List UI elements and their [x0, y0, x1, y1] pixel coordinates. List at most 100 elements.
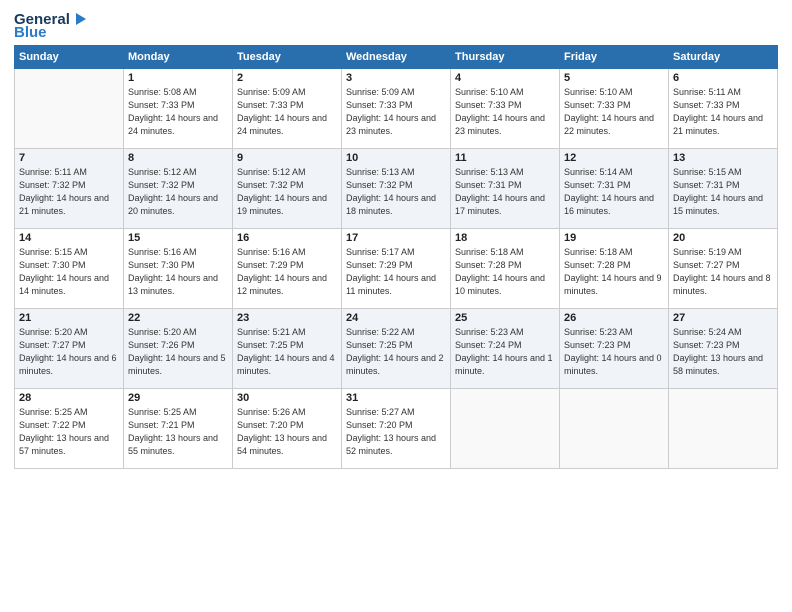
day-number: 13 [673, 152, 773, 164]
weekday-header-saturday: Saturday [669, 46, 778, 69]
day-info: Sunrise: 5:19 AMSunset: 7:27 PMDaylight:… [673, 246, 773, 298]
day-number: 3 [346, 72, 446, 84]
day-info: Sunrise: 5:08 AMSunset: 7:33 PMDaylight:… [128, 86, 228, 138]
day-info: Sunrise: 5:18 AMSunset: 7:28 PMDaylight:… [455, 246, 555, 298]
calendar-cell: 18 Sunrise: 5:18 AMSunset: 7:28 PMDayligh… [451, 229, 560, 309]
day-number: 23 [237, 312, 337, 324]
calendar-cell: 3 Sunrise: 5:09 AMSunset: 7:33 PMDaylight… [342, 69, 451, 149]
calendar-cell: 10Sunrise: 5:13 AMSunset: 7:32 PMDayligh… [342, 149, 451, 229]
day-info: Sunrise: 5:23 AMSunset: 7:23 PMDaylight:… [564, 326, 664, 378]
weekday-header-monday: Monday [124, 46, 233, 69]
day-number: 26 [564, 312, 664, 324]
logo-chevron-icon [72, 10, 90, 28]
day-number: 15 [128, 232, 228, 244]
day-info: Sunrise: 5:11 AMSunset: 7:33 PMDaylight:… [673, 86, 773, 138]
day-info: Sunrise: 5:13 AMSunset: 7:31 PMDaylight:… [455, 166, 555, 218]
day-info: Sunrise: 5:24 AMSunset: 7:23 PMDaylight:… [673, 326, 773, 378]
day-number: 19 [564, 232, 664, 244]
day-info: Sunrise: 5:20 AMSunset: 7:27 PMDaylight:… [19, 326, 119, 378]
day-info: Sunrise: 5:11 AMSunset: 7:32 PMDaylight:… [19, 166, 119, 218]
calendar-cell: 22Sunrise: 5:20 AMSunset: 7:26 PMDayligh… [124, 309, 233, 389]
calendar-cell: 19 Sunrise: 5:18 AMSunset: 7:28 PMDayligh… [560, 229, 669, 309]
calendar-cell: 9 Sunrise: 5:12 AMSunset: 7:32 PMDaylight… [233, 149, 342, 229]
calendar-cell [451, 389, 560, 469]
day-info: Sunrise: 5:15 AMSunset: 7:30 PMDaylight:… [19, 246, 119, 298]
calendar-cell: 26 Sunrise: 5:23 AMSunset: 7:23 PMDayligh… [560, 309, 669, 389]
day-info: Sunrise: 5:16 AMSunset: 7:30 PMDaylight:… [128, 246, 228, 298]
day-number: 28 [19, 392, 119, 404]
day-number: 5 [564, 72, 664, 84]
calendar-cell: 6 Sunrise: 5:11 AMSunset: 7:33 PMDaylight… [669, 69, 778, 149]
day-info: Sunrise: 5:23 AMSunset: 7:24 PMDaylight:… [455, 326, 555, 378]
calendar-cell: 14 Sunrise: 5:15 AMSunset: 7:30 PMDayligh… [15, 229, 124, 309]
day-info: Sunrise: 5:21 AMSunset: 7:25 PMDaylight:… [237, 326, 337, 378]
calendar-cell: 27 Sunrise: 5:24 AMSunset: 7:23 PMDayligh… [669, 309, 778, 389]
day-info: Sunrise: 5:12 AMSunset: 7:32 PMDaylight:… [237, 166, 337, 218]
day-number: 27 [673, 312, 773, 324]
weekday-header-sunday: Sunday [15, 46, 124, 69]
calendar-cell [560, 389, 669, 469]
calendar-table: SundayMondayTuesdayWednesdayThursdayFrid… [14, 45, 778, 469]
day-info: Sunrise: 5:17 AMSunset: 7:29 PMDaylight:… [346, 246, 446, 298]
day-info: Sunrise: 5:26 AMSunset: 7:20 PMDaylight:… [237, 406, 337, 458]
calendar-cell [669, 389, 778, 469]
calendar-cell: 12 Sunrise: 5:14 AMSunset: 7:31 PMDayligh… [560, 149, 669, 229]
weekday-header-tuesday: Tuesday [233, 46, 342, 69]
calendar-cell: 29Sunrise: 5:25 AMSunset: 7:21 PMDayligh… [124, 389, 233, 469]
day-number: 7 [19, 152, 119, 164]
day-info: Sunrise: 5:09 AMSunset: 7:33 PMDaylight:… [346, 86, 446, 138]
day-number: 31 [346, 392, 446, 404]
day-info: Sunrise: 5:16 AMSunset: 7:29 PMDaylight:… [237, 246, 337, 298]
day-number: 4 [455, 72, 555, 84]
day-number: 10 [346, 152, 446, 164]
day-info: Sunrise: 5:10 AMSunset: 7:33 PMDaylight:… [455, 86, 555, 138]
day-number: 24 [346, 312, 446, 324]
calendar-cell: 17 Sunrise: 5:17 AMSunset: 7:29 PMDayligh… [342, 229, 451, 309]
calendar-cell: 21 Sunrise: 5:20 AMSunset: 7:27 PMDayligh… [15, 309, 124, 389]
day-info: Sunrise: 5:10 AMSunset: 7:33 PMDaylight:… [564, 86, 664, 138]
day-info: Sunrise: 5:25 AMSunset: 7:21 PMDaylight:… [128, 406, 228, 458]
calendar-cell: 25 Sunrise: 5:23 AMSunset: 7:24 PMDayligh… [451, 309, 560, 389]
calendar-cell: 23 Sunrise: 5:21 AMSunset: 7:25 PMDayligh… [233, 309, 342, 389]
day-info: Sunrise: 5:20 AMSunset: 7:26 PMDaylight:… [128, 326, 228, 378]
calendar-container: General Blue SundayMondayTuesdayWednesda… [0, 0, 792, 477]
header: General Blue [14, 10, 778, 41]
day-info: Sunrise: 5:14 AMSunset: 7:31 PMDaylight:… [564, 166, 664, 218]
week-row-1: 1Sunrise: 5:08 AMSunset: 7:33 PMDaylight… [15, 69, 778, 149]
weekday-header-row: SundayMondayTuesdayWednesdayThursdayFrid… [15, 46, 778, 69]
day-info: Sunrise: 5:15 AMSunset: 7:31 PMDaylight:… [673, 166, 773, 218]
calendar-cell [15, 69, 124, 149]
day-info: Sunrise: 5:18 AMSunset: 7:28 PMDaylight:… [564, 246, 664, 298]
day-number: 2 [237, 72, 337, 84]
day-number: 6 [673, 72, 773, 84]
calendar-cell: 1Sunrise: 5:08 AMSunset: 7:33 PMDaylight… [124, 69, 233, 149]
day-info: Sunrise: 5:25 AMSunset: 7:22 PMDaylight:… [19, 406, 119, 458]
week-row-2: 7 Sunrise: 5:11 AMSunset: 7:32 PMDaylight… [15, 149, 778, 229]
week-row-3: 14 Sunrise: 5:15 AMSunset: 7:30 PMDayligh… [15, 229, 778, 309]
day-number: 21 [19, 312, 119, 324]
week-row-4: 21 Sunrise: 5:20 AMSunset: 7:27 PMDayligh… [15, 309, 778, 389]
calendar-cell: 4 Sunrise: 5:10 AMSunset: 7:33 PMDaylight… [451, 69, 560, 149]
day-info: Sunrise: 5:27 AMSunset: 7:20 PMDaylight:… [346, 406, 446, 458]
calendar-cell: 7 Sunrise: 5:11 AMSunset: 7:32 PMDaylight… [15, 149, 124, 229]
week-row-5: 28 Sunrise: 5:25 AMSunset: 7:22 PMDayligh… [15, 389, 778, 469]
calendar-cell: 30 Sunrise: 5:26 AMSunset: 7:20 PMDayligh… [233, 389, 342, 469]
day-number: 30 [237, 392, 337, 404]
calendar-cell: 8Sunrise: 5:12 AMSunset: 7:32 PMDaylight… [124, 149, 233, 229]
day-number: 14 [19, 232, 119, 244]
day-number: 25 [455, 312, 555, 324]
day-info: Sunrise: 5:09 AMSunset: 7:33 PMDaylight:… [237, 86, 337, 138]
day-number: 17 [346, 232, 446, 244]
calendar-cell: 11Sunrise: 5:13 AMSunset: 7:31 PMDayligh… [451, 149, 560, 229]
calendar-cell: 16Sunrise: 5:16 AMSunset: 7:29 PMDayligh… [233, 229, 342, 309]
calendar-cell: 31 Sunrise: 5:27 AMSunset: 7:20 PMDayligh… [342, 389, 451, 469]
calendar-cell: 28 Sunrise: 5:25 AMSunset: 7:22 PMDayligh… [15, 389, 124, 469]
calendar-cell: 20Sunrise: 5:19 AMSunset: 7:27 PMDayligh… [669, 229, 778, 309]
day-number: 9 [237, 152, 337, 164]
calendar-cell: 24Sunrise: 5:22 AMSunset: 7:25 PMDayligh… [342, 309, 451, 389]
calendar-cell: 2 Sunrise: 5:09 AMSunset: 7:33 PMDaylight… [233, 69, 342, 149]
day-number: 8 [128, 152, 228, 164]
logo: General Blue [14, 10, 90, 41]
day-number: 12 [564, 152, 664, 164]
day-number: 18 [455, 232, 555, 244]
